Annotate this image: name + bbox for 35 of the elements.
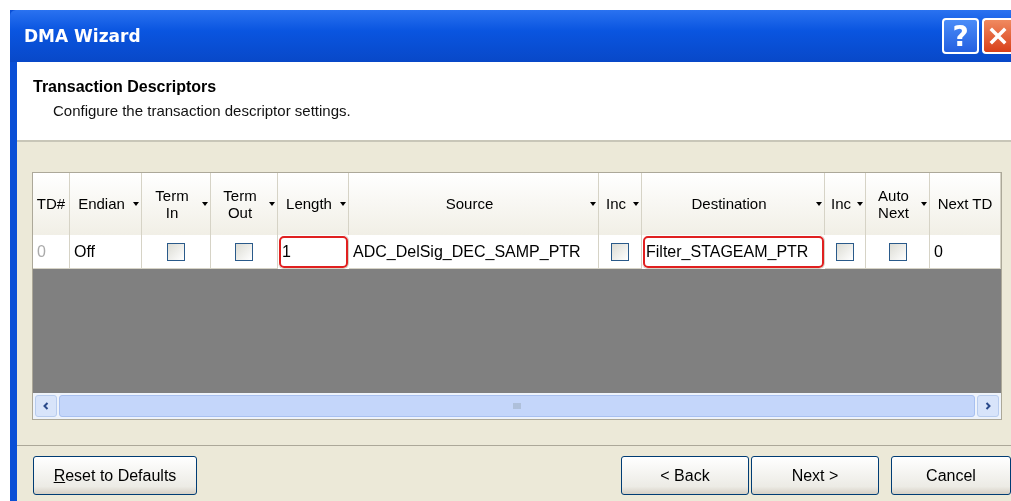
dropdown-arrow-icon[interactable] [133, 201, 139, 207]
close-button[interactable] [982, 18, 1011, 54]
page-title: Transaction Descriptors [33, 78, 218, 96]
wizard-button[interactable]: Cancel [891, 456, 1011, 495]
dropdown-arrow-icon[interactable] [816, 201, 822, 207]
table-cell[interactable]: Off [70, 235, 142, 269]
dropdown-arrow-icon[interactable] [202, 201, 208, 207]
checkbox[interactable] [167, 242, 185, 261]
scroll-left-button[interactable] [35, 395, 57, 417]
dropdown-arrow-icon[interactable] [633, 201, 639, 207]
close-icon [987, 26, 1008, 46]
table-cell[interactable]: 0 [930, 235, 1001, 269]
dropdown-arrow-icon[interactable] [857, 201, 863, 207]
table-cell[interactable]: ADC_DelSig_DEC_SAMP_PTR [349, 235, 599, 269]
scroll-thumb[interactable] [59, 395, 975, 417]
wizard-button[interactable]: Next > [751, 456, 879, 495]
page-subtitle: Configure the transaction descriptor settings. [53, 102, 352, 119]
checkbox[interactable] [235, 242, 253, 261]
dropdown-arrow-icon[interactable] [269, 201, 275, 207]
window-title: DMA Wizard [24, 26, 141, 46]
dropdown-arrow-icon[interactable] [921, 201, 927, 207]
dropdown-arrow-icon[interactable] [340, 201, 346, 207]
row-number: 0 [33, 235, 70, 269]
table-cell[interactable]: 1 [278, 235, 349, 269]
wizard-button[interactable]: Reset to Defaults [33, 456, 197, 495]
checkbox[interactable] [611, 242, 629, 261]
checkbox[interactable] [888, 242, 907, 261]
horizontal-scrollbar[interactable] [33, 393, 1001, 419]
grip-icon [512, 402, 522, 410]
help-button[interactable]: ? [942, 18, 979, 54]
checkbox[interactable] [836, 242, 854, 261]
dropdown-arrow-icon[interactable] [590, 201, 596, 207]
table-cell[interactable]: Filter_STAGEAM_PTR [642, 235, 825, 269]
scroll-right-button[interactable] [977, 395, 999, 417]
wizard-button[interactable]: < Back [621, 456, 749, 495]
